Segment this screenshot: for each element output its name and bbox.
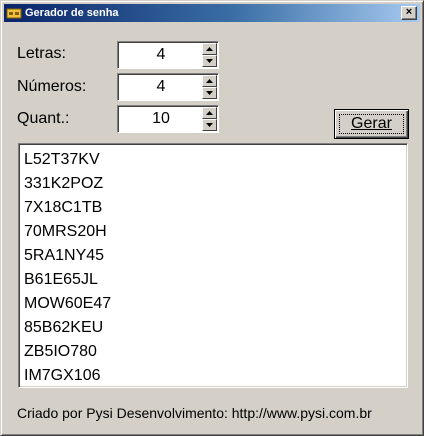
quant-stepper[interactable]: 10 [117, 105, 219, 133]
gerar-button[interactable]: Gerar [334, 109, 409, 139]
arrow-up-icon [206, 79, 213, 83]
arrow-up-icon [206, 47, 213, 51]
list-item[interactable]: 70MRS20H [24, 220, 407, 244]
numeros-label: Números: [17, 78, 87, 95]
arrow-up-icon [206, 111, 213, 115]
quant-down-button[interactable] [202, 119, 217, 131]
numeros-value[interactable]: 4 [120, 77, 202, 97]
close-button[interactable]: × [401, 6, 417, 20]
letras-value[interactable]: 4 [120, 45, 202, 65]
letras-label: Letras: [17, 45, 66, 62]
list-item[interactable]: MOW60E47 [24, 292, 407, 316]
window-title: Gerador de senha [25, 7, 119, 19]
password-list[interactable]: L52T37KV 331K2POZ 7X18C1TB 70MRS20H 5RA1… [18, 143, 408, 388]
quant-label: Quant.: [17, 110, 70, 127]
numeros-stepper[interactable]: 4 [117, 73, 219, 101]
list-item[interactable]: IM7GX106 [24, 364, 407, 388]
letras-up-button[interactable] [202, 43, 217, 55]
list-item[interactable]: ZB5IO780 [24, 340, 407, 364]
close-icon: × [405, 6, 413, 18]
key-app-icon [6, 8, 22, 19]
arrow-down-icon [206, 59, 213, 63]
arrow-down-icon [206, 123, 213, 127]
arrow-down-icon [206, 91, 213, 95]
list-item[interactable]: L52T37KV [24, 148, 407, 172]
list-item[interactable]: 7X18C1TB [24, 196, 407, 220]
focus-rect [339, 114, 404, 134]
numeros-down-button[interactable] [202, 87, 217, 99]
credits-text: Criado por Pysi Desenvolvimento: http://… [17, 405, 372, 421]
list-item[interactable]: 5RA1NY45 [24, 244, 407, 268]
list-item[interactable]: 331K2POZ [24, 172, 407, 196]
list-item[interactable]: 85B62KEU [24, 316, 407, 340]
letras-down-button[interactable] [202, 55, 217, 67]
letras-stepper[interactable]: 4 [117, 41, 219, 69]
list-item[interactable]: B61E65JL [24, 268, 407, 292]
numeros-up-button[interactable] [202, 75, 217, 87]
title-bar[interactable]: Gerador de senha × [4, 4, 420, 22]
quant-up-button[interactable] [202, 107, 217, 119]
quant-value[interactable]: 10 [120, 109, 202, 129]
password-generator-window: Gerador de senha × Letras: 4 Números: 4 … [0, 0, 424, 436]
